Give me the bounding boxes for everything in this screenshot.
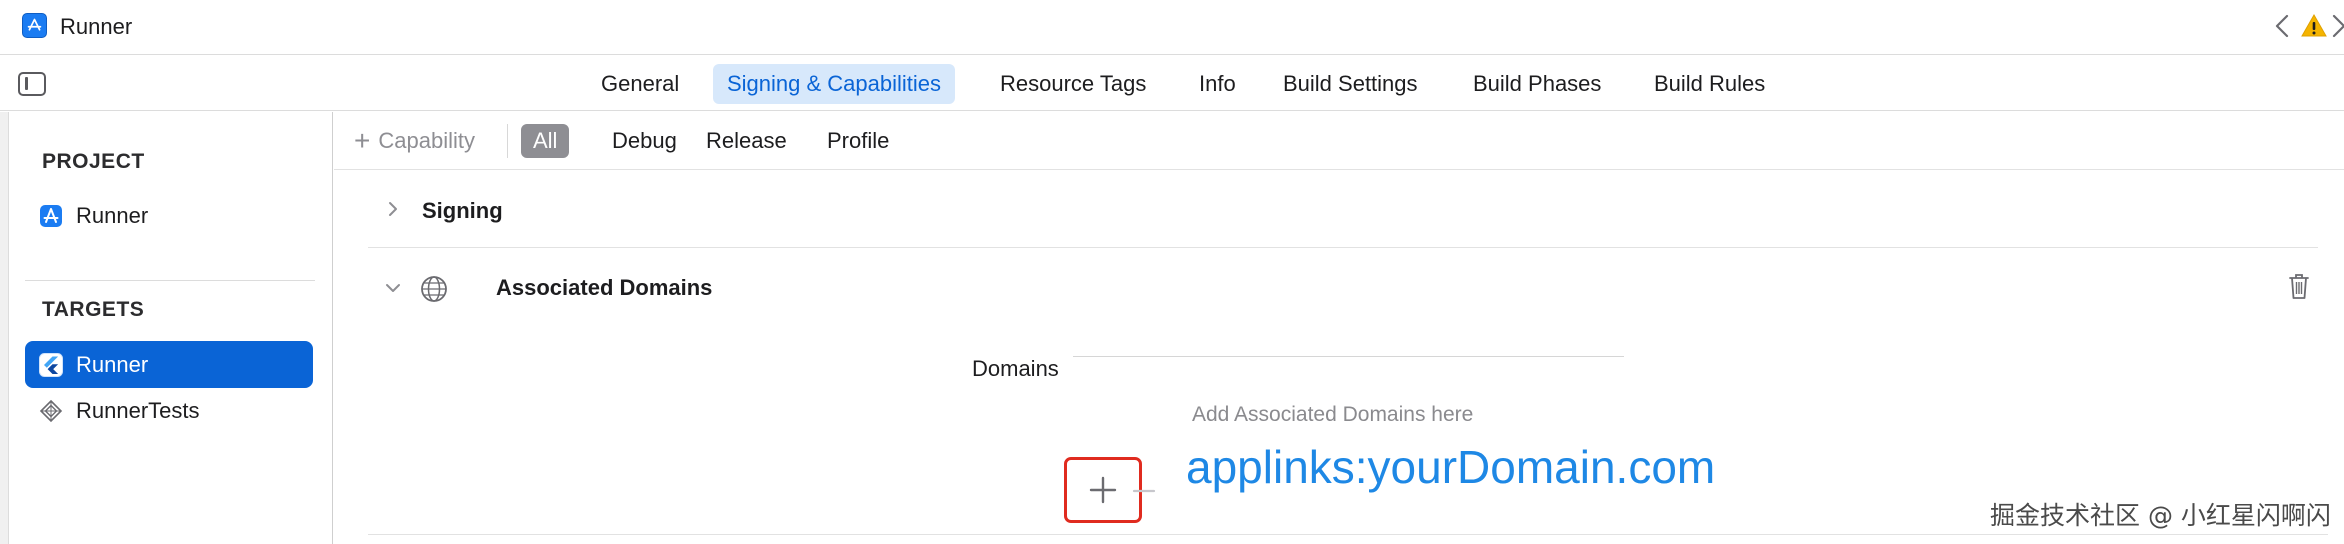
sidebar-divider (25, 280, 315, 281)
targets-section-header: TARGETS (42, 298, 145, 321)
section-bottom-divider (368, 534, 2328, 535)
sidebar-item-label: RunnerTests (76, 397, 200, 423)
tab-build-rules[interactable]: Build Rules (1640, 64, 1779, 104)
filter-release[interactable]: Release (694, 124, 799, 158)
globe-icon (421, 276, 447, 302)
warning-triangle-icon[interactable] (2300, 12, 2328, 40)
trash-icon[interactable] (2286, 271, 2312, 301)
chevron-right-icon[interactable] (384, 200, 402, 218)
filter-profile[interactable]: Profile (815, 124, 901, 158)
sidebar-item-target-runner[interactable]: Runner (25, 341, 313, 388)
tab-info[interactable]: Info (1185, 64, 1250, 104)
domains-empty-placeholder: Add Associated Domains here (1192, 403, 1474, 426)
plus-icon (1089, 476, 1117, 504)
sidebar-item-project-runner[interactable]: Runner (25, 192, 313, 239)
tab-build-phases[interactable]: Build Phases (1459, 64, 1615, 104)
filter-debug[interactable]: Debug (600, 124, 689, 158)
sidebar-toggle-icon[interactable] (18, 72, 46, 96)
chevron-down-icon[interactable] (384, 279, 402, 297)
chevron-right-icon[interactable] (2330, 10, 2344, 42)
annotation-domain-text: applinks:yourDomain.com (1186, 441, 1716, 493)
app-store-glyph (27, 18, 42, 31)
signing-title: Signing (422, 198, 503, 223)
minus-icon[interactable] (1128, 478, 1158, 504)
window-titlebar: Runner (0, 0, 2344, 55)
test-bundle-icon (38, 398, 63, 423)
flutter-icon (38, 352, 63, 377)
project-section-header: PROJECT (42, 150, 145, 173)
editor-tab-bar: General Signing & Capabilities Resource … (0, 56, 2344, 111)
filter-all[interactable]: All (521, 124, 570, 158)
associated-domains-title: Associated Domains (496, 275, 713, 300)
add-capability-button[interactable]: + Capability (354, 124, 475, 158)
tab-build-settings[interactable]: Build Settings (1269, 64, 1432, 104)
sidebar-item-label: Runner (76, 351, 149, 377)
capability-row-associated-domains[interactable]: Associated Domains (368, 249, 2318, 329)
window-title: Runner (60, 14, 133, 39)
sidebar-item-target-runnertests[interactable]: RunnerTests (25, 387, 313, 434)
project-navigator-sidebar: PROJECT Runner TARGETS Runner RunnerTest… (0, 112, 333, 544)
tab-resource-tags[interactable]: Resource Tags (986, 64, 1160, 104)
xcode-app-icon (22, 13, 47, 38)
filter-divider (507, 124, 508, 158)
configuration-filter-bar: + Capability All Debug Release Profile (334, 112, 2344, 170)
sidebar-item-label: Runner (76, 202, 149, 228)
xcode-project-icon (38, 203, 63, 228)
chevron-left-icon[interactable] (2270, 10, 2294, 42)
watermark: 掘金技术社区 @ 小红星闪啊闪 (1990, 501, 2331, 530)
domains-table-top-border (1073, 356, 1624, 357)
tab-general[interactable]: General (587, 64, 693, 104)
tab-signing-capabilities[interactable]: Signing & Capabilities (713, 64, 956, 104)
domains-label: Domains (972, 356, 1059, 381)
plus-icon: + (354, 125, 371, 156)
add-capability-label: Capability (378, 128, 475, 153)
capability-row-signing[interactable]: Signing (368, 174, 2318, 248)
